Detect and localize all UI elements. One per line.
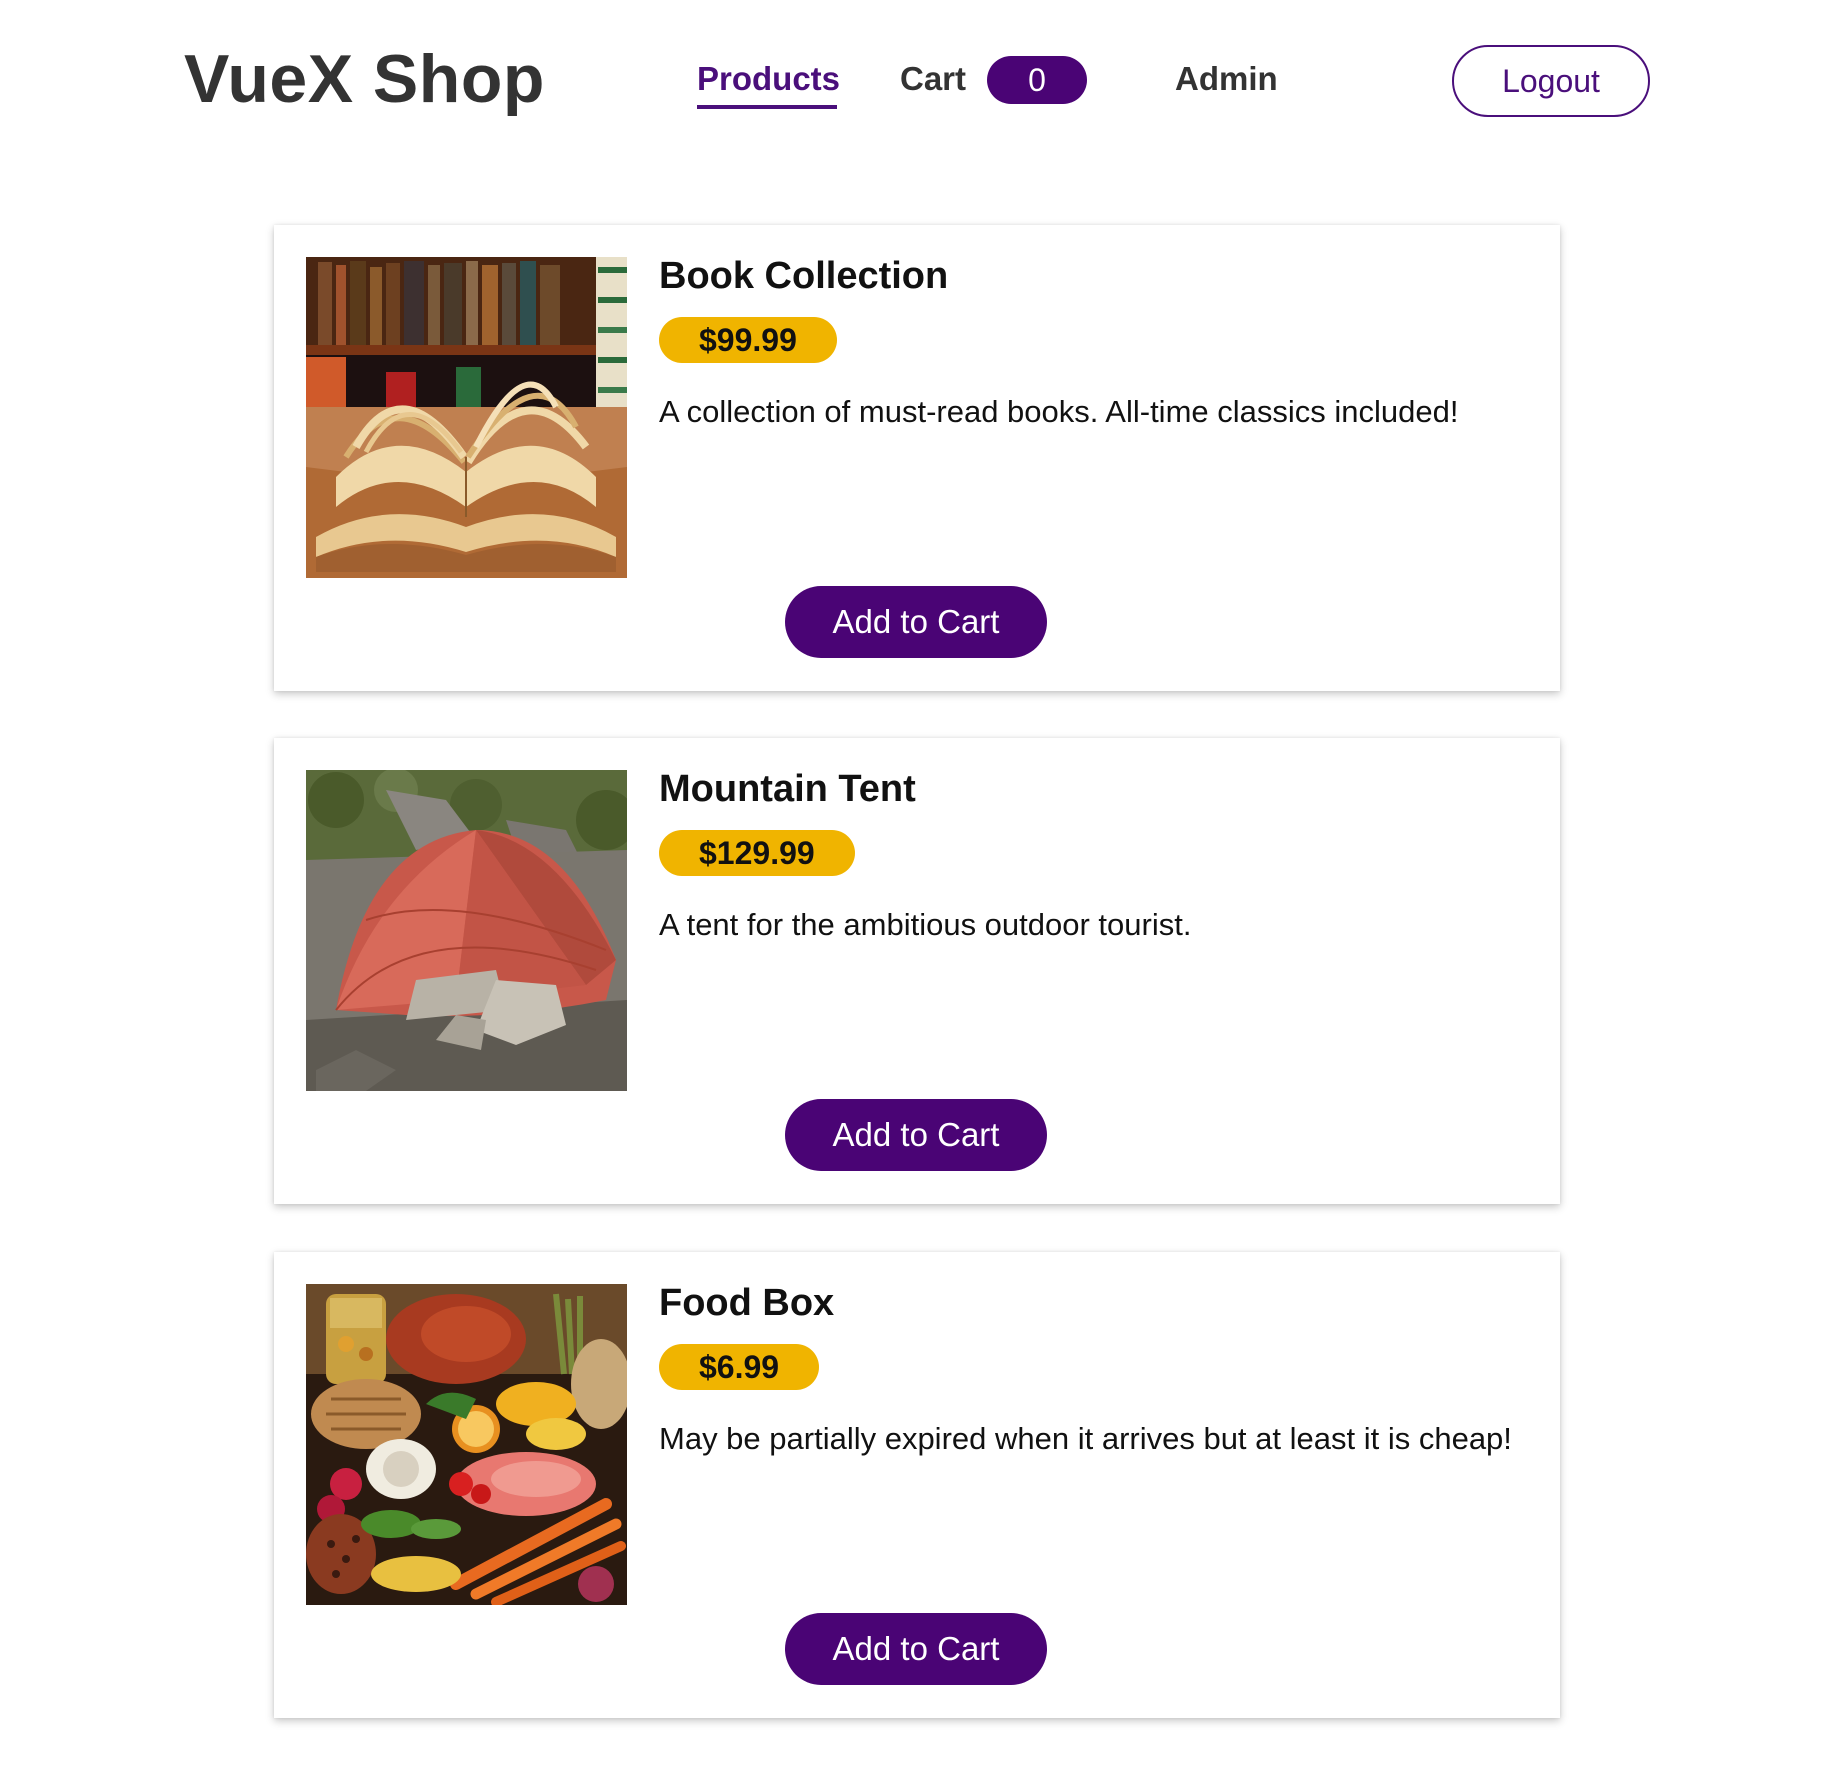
price-badge: $6.99 — [659, 1344, 820, 1390]
brand-logo[interactable]: VueX Shop — [184, 40, 545, 118]
active-nav-underline — [697, 105, 837, 109]
assorted-food-photo — [306, 1284, 627, 1605]
add-to-cart-button[interactable]: Add to Cart — [785, 1099, 1047, 1171]
product-description: A tent for the ambitious outdoor tourist… — [659, 907, 1192, 942]
product-image-tent — [306, 770, 627, 1091]
product-title: Book Collection — [659, 255, 949, 297]
product-card: Food Box $6.99 May be partially expired … — [274, 1252, 1560, 1718]
nav-products-link[interactable]: Products — [697, 60, 840, 98]
price-badge: $129.99 — [659, 830, 855, 876]
price-badge: $99.99 — [659, 317, 837, 363]
product-image-books — [306, 257, 627, 578]
product-description: May be partially expired when it arrives… — [659, 1421, 1512, 1456]
product-title: Mountain Tent — [659, 768, 916, 810]
product-card: Book Collection $99.99 A collection of m… — [274, 225, 1560, 691]
cart-count-badge[interactable]: 0 — [987, 56, 1087, 104]
red-tent-on-rocks-photo — [306, 770, 627, 1091]
nav-cart-link[interactable]: Cart — [900, 60, 966, 98]
logout-button[interactable]: Logout — [1452, 45, 1650, 117]
nav-admin-link[interactable]: Admin — [1175, 60, 1278, 98]
site-header: VueX Shop Products Cart 0 Admin Logout — [0, 0, 1822, 170]
product-image-food — [306, 1284, 627, 1605]
product-title: Food Box — [659, 1282, 835, 1324]
add-to-cart-button[interactable]: Add to Cart — [785, 1613, 1047, 1685]
product-card: Mountain Tent $129.99 A tent for the amb… — [274, 738, 1560, 1204]
add-to-cart-button[interactable]: Add to Cart — [785, 586, 1047, 658]
product-description: A collection of must-read books. All-tim… — [659, 394, 1459, 429]
open-books-photo — [306, 257, 627, 578]
